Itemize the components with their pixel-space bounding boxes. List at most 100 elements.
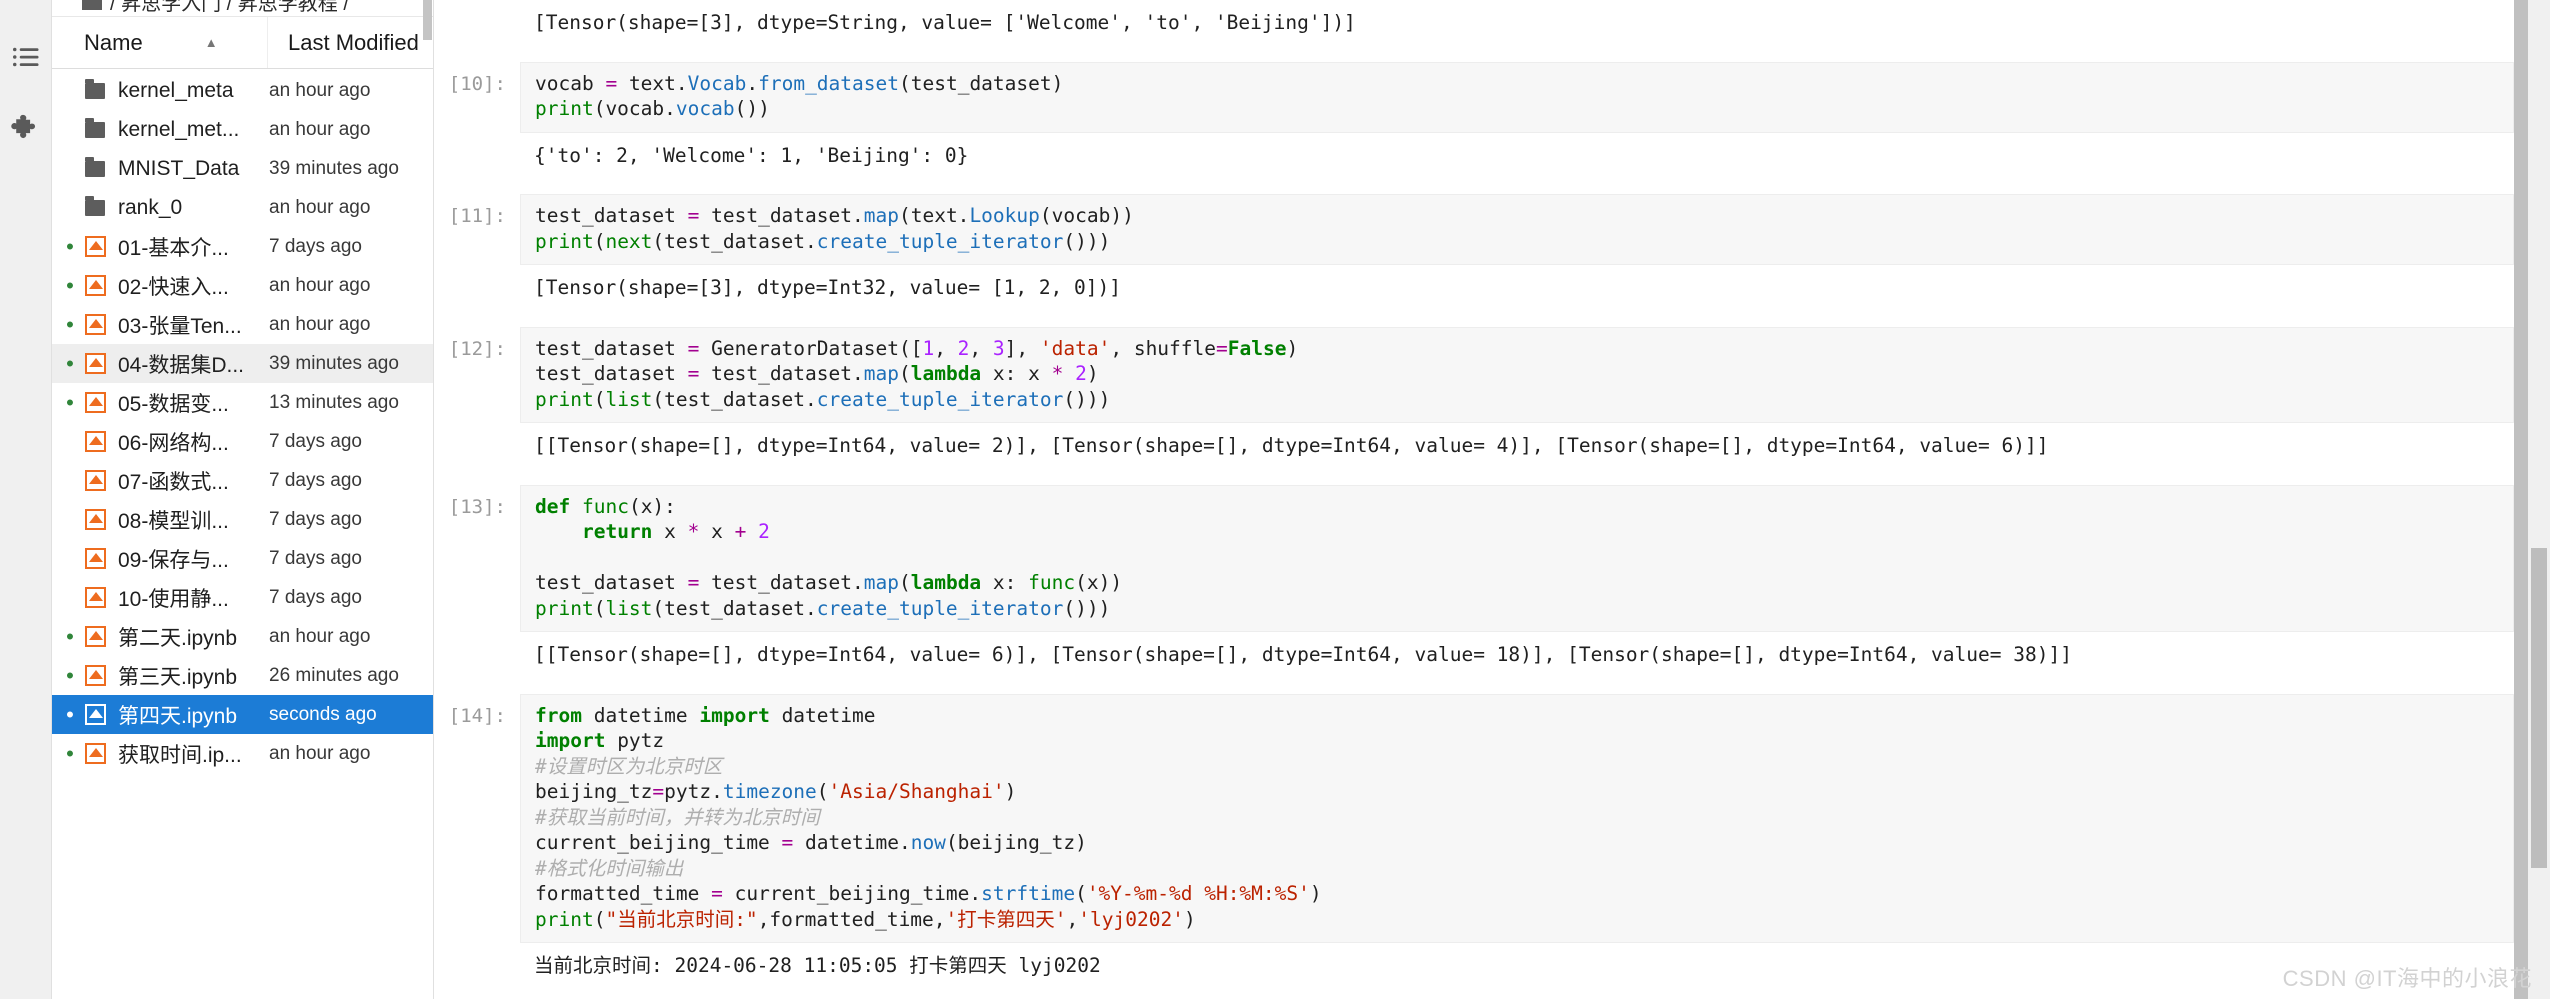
notebook-icon <box>78 392 112 413</box>
notebook-icon <box>78 548 112 569</box>
notebook-icon <box>78 743 112 764</box>
cell-output: [Tensor(shape=[3], dtype=String, value= … <box>520 0 2514 48</box>
cell-output: [[Tensor(shape=[], dtype=Int64, value= 6… <box>520 632 2514 680</box>
notebook-icon <box>78 275 112 296</box>
file-list-item[interactable]: •rank_0an hour ago <box>52 188 433 227</box>
file-list-item[interactable]: • 04-数据集D... 39 minutes ago <box>52 344 433 383</box>
file-last-modified: seconds ago <box>269 703 377 725</box>
column-header-last-modified[interactable]: Last Modified <box>268 30 433 56</box>
file-name: 10-使用静... <box>118 587 229 611</box>
cell-output: [[Tensor(shape=[], dtype=Int64, value= 2… <box>520 423 2514 471</box>
window-scrollbar-thumb[interactable] <box>2531 548 2547 868</box>
file-list-item[interactable]: • 第三天.ipynb 26 minutes ago <box>52 656 433 695</box>
notebook-icon <box>78 353 112 374</box>
folder-icon <box>78 195 112 216</box>
file-list-item[interactable]: •09-保存与...7 days ago <box>52 539 433 578</box>
cell-output: [Tensor(shape=[3], dtype=Int32, value= [… <box>520 265 2514 313</box>
notebook-code-cell[interactable]: [13]: def func(x): return x * x + 2 test_… <box>434 484 2514 632</box>
cell-source[interactable]: test_dataset = test_dataset.map(text.Loo… <box>520 194 2514 265</box>
notebook-code-cell[interactable]: [10]: vocab = text.Vocab.from_dataset(tes… <box>434 61 2514 133</box>
cell-prompt: [11]: <box>448 205 506 227</box>
file-name: 03-张量Ten... <box>118 314 242 338</box>
notebook-scrollbar-track[interactable] <box>2514 0 2528 999</box>
file-list-item[interactable]: •kernel_metaan hour ago <box>52 71 433 110</box>
file-last-modified: 7 days ago <box>269 586 362 608</box>
notebook-code-cell[interactable]: [12]: test_dataset = GeneratorDataset([1,… <box>434 326 2514 423</box>
notebook-icon <box>78 704 112 725</box>
cell-spacer <box>434 991 2514 999</box>
file-list-item[interactable]: • 获取时间.ip... an hour ago <box>52 734 433 773</box>
left-activity-bar <box>0 0 52 999</box>
notebook-code-cell[interactable]: [11]: test_dataset = test_dataset.map(tex… <box>434 194 2514 265</box>
extensions-icon[interactable] <box>7 110 45 148</box>
file-last-modified: an hour ago <box>269 118 371 140</box>
file-list-item[interactable]: • 第二天.ipynb an hour ago <box>52 617 433 656</box>
cell-prompt-empty <box>434 943 520 991</box>
column-header-last-modified-label: Last Modified <box>288 29 419 55</box>
file-name: 05-数据变... <box>118 392 229 416</box>
cell-source[interactable]: from datetime import datetime import pyt… <box>520 693 2514 943</box>
notebook-icon <box>78 236 112 257</box>
cell-prompt: [10]: <box>448 72 506 95</box>
file-list-item[interactable]: •08-模型训...7 days ago <box>52 500 433 539</box>
file-last-modified: 7 days ago <box>269 508 362 530</box>
cell-spacer <box>434 180 2514 194</box>
file-last-modified: an hour ago <box>269 196 371 218</box>
file-name: kernel_meta <box>118 78 234 102</box>
breadcrumb-path: / 昇思学入门 / 昇思学教程 / <box>110 0 349 15</box>
cell-prompt-empty <box>434 423 520 471</box>
file-last-modified: 26 minutes ago <box>269 664 399 686</box>
file-list-item[interactable]: •MNIST_Data39 minutes ago <box>52 149 433 188</box>
file-list-item[interactable]: •06-网络构...7 days ago <box>52 422 433 461</box>
table-of-contents-icon[interactable] <box>7 38 45 76</box>
file-list-item[interactable]: • 01-基本介... 7 days ago <box>52 227 433 266</box>
file-last-modified: an hour ago <box>269 625 371 647</box>
breadcrumb-folder-icon <box>82 0 102 16</box>
file-name: 07-函数式... <box>118 470 229 494</box>
cell-prompt: [14]: <box>448 704 506 727</box>
file-list-item[interactable]: • 03-张量Ten... an hour ago <box>52 305 433 344</box>
file-name: 获取时间.ip... <box>118 743 242 767</box>
file-last-modified: an hour ago <box>269 274 371 296</box>
file-list-item[interactable]: • 第四天.ipynb seconds ago <box>52 695 433 734</box>
file-list-item[interactable]: •07-函数式...7 days ago <box>52 461 433 500</box>
column-header-name[interactable]: Name ▲ <box>52 17 268 68</box>
notebook-scrollbar-thumb[interactable] <box>2514 0 2528 999</box>
folder-icon <box>78 117 112 138</box>
cell-prompt-empty <box>434 0 520 48</box>
notebook-icon <box>78 314 112 335</box>
cell-source[interactable]: vocab = text.Vocab.from_dataset(test_dat… <box>520 61 2514 133</box>
cell-prompt-empty <box>434 265 520 313</box>
file-browser-scrollbar-thumb[interactable] <box>423 0 432 40</box>
file-name: kernel_met... <box>118 117 240 141</box>
notebook-output-cell: 当前北京时间: 2024-06-28 11:05:05 打卡第四天 lyj020… <box>434 943 2514 991</box>
cell-spacer <box>434 471 2514 485</box>
notebook-icon <box>78 470 112 491</box>
file-browser-panel: / 昇思学入门 / 昇思学教程 / Name ▲ Last Modified •… <box>52 0 434 999</box>
notebook-code-cell[interactable]: [14]: from datetime import datetime impor… <box>434 693 2514 943</box>
file-name: 06-网络构... <box>118 431 229 455</box>
sort-ascending-icon: ▲ <box>204 35 218 50</box>
file-list-item[interactable]: • 05-数据变... 13 minutes ago <box>52 383 433 422</box>
jupyterlab-window: / 昇思学入门 / 昇思学教程 / Name ▲ Last Modified •… <box>0 0 2550 999</box>
notebook-icon <box>78 431 112 452</box>
breadcrumb[interactable]: / 昇思学入门 / 昇思学教程 / <box>52 0 433 16</box>
file-last-modified: an hour ago <box>269 742 371 764</box>
cell-prompt: [13]: <box>448 495 506 518</box>
notebook-output-cell: [[Tensor(shape=[], dtype=Int64, value= 6… <box>434 632 2514 680</box>
file-browser-scrollbar[interactable] <box>423 0 433 999</box>
cell-source[interactable]: def func(x): return x * x + 2 test_datas… <box>520 484 2514 632</box>
file-list-item[interactable]: •10-使用静...7 days ago <box>52 578 433 617</box>
file-last-modified: 39 minutes ago <box>269 157 399 179</box>
window-scrollbar-track[interactable] <box>2528 0 2550 999</box>
cell-spacer <box>434 48 2514 62</box>
notebook-icon <box>78 626 112 647</box>
file-list: •kernel_metaan hour ago•kernel_met...an … <box>52 69 433 999</box>
notebook-icon <box>78 665 112 686</box>
cell-source[interactable]: test_dataset = GeneratorDataset([1, 2, 3… <box>520 326 2514 423</box>
notebook-output-cell: [[Tensor(shape=[], dtype=Int64, value= 2… <box>434 423 2514 471</box>
file-list-item[interactable]: •kernel_met...an hour ago <box>52 110 433 149</box>
notebook-icon <box>78 587 112 608</box>
notebook-output-cell: [Tensor(shape=[3], dtype=Int32, value= [… <box>434 265 2514 313</box>
file-list-item[interactable]: • 02-快速入... an hour ago <box>52 266 433 305</box>
